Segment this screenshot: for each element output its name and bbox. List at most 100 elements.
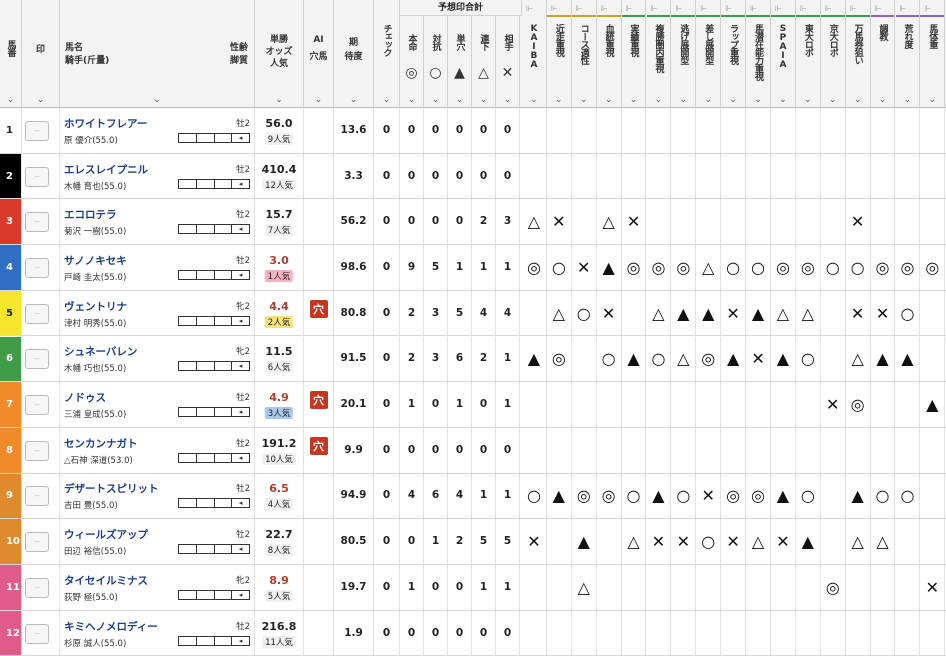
chevron-down-icon[interactable]: ⌄ [680, 95, 688, 105]
pin-icon[interactable]: ⊩ [825, 4, 832, 13]
header-sum-1[interactable]: ⌄ 対抗 ○ [424, 16, 448, 108]
header-predictor-9[interactable]: ⌄ ⊩ 馬潜在能力重視 [746, 0, 771, 108]
chevron-down-icon[interactable]: ⌄ [350, 95, 358, 105]
horse-name-link[interactable]: シュネーバレン [64, 344, 137, 359]
header-predictor-2[interactable]: ⌄ ⊩ コース適性 [571, 0, 597, 108]
mark-select[interactable]: -- [25, 212, 49, 233]
chevron-down-icon[interactable]: ⌄ [480, 95, 488, 105]
pin-icon[interactable]: ⊩ [526, 4, 533, 13]
mark-select[interactable]: -- [25, 120, 49, 141]
horse-name-link[interactable]: ウィールズアップ [64, 527, 148, 542]
mark-select[interactable]: -- [25, 349, 49, 370]
header-predictor-14[interactable]: ⌄ ⊩ 調教 [870, 0, 896, 108]
pin-icon[interactable]: ⊩ [576, 4, 583, 13]
chevron-down-icon[interactable]: ⌄ [504, 95, 512, 105]
mark-select[interactable]: -- [25, 395, 49, 416]
chevron-down-icon[interactable]: ⌄ [704, 95, 712, 105]
horse-name-link[interactable]: エコロテラ [64, 207, 117, 222]
header-predictor-6[interactable]: ⌄ ⊩ 逃げ展開型 [671, 0, 697, 108]
horse-name-link[interactable]: キミヘノメロディー [64, 619, 158, 634]
header-ai[interactable]: ⌄ AI 穴馬 [304, 0, 334, 108]
horse-name-link[interactable]: センカンナガト [64, 436, 138, 451]
pin-icon[interactable]: ⊩ [875, 4, 882, 13]
chevron-down-icon[interactable]: ⌄ [729, 95, 737, 105]
chevron-down-icon[interactable]: ⌄ [315, 95, 323, 105]
header-sum-3[interactable]: ⌄ 連下 △ [472, 16, 496, 108]
pin-icon[interactable]: ⊩ [725, 4, 732, 13]
pin-icon[interactable]: ⊩ [800, 4, 807, 13]
group-bar [546, 15, 571, 17]
chevron-down-icon[interactable]: ⌄ [829, 95, 837, 105]
horse-name-link[interactable]: ホワイトフレアー [64, 116, 147, 131]
pin-icon[interactable]: ⊩ [924, 4, 931, 13]
header-predictor-8[interactable]: ⌄ ⊩ ラップ重視 [721, 0, 747, 108]
mark-select[interactable]: -- [25, 532, 49, 553]
chevron-down-icon[interactable]: ⌄ [7, 95, 15, 105]
horse-name-link[interactable]: タイセイルミナス [64, 573, 148, 588]
chevron-down-icon[interactable]: ⌄ [153, 95, 161, 105]
horse-name-link[interactable]: ノドゥス [64, 390, 106, 405]
chevron-down-icon[interactable]: ⌄ [630, 95, 638, 105]
header-predictor-11[interactable]: ⌄ ⊩ 東大ロボ [795, 0, 821, 108]
header-predictor-4[interactable]: ⌄ ⊩ 実績重視 [621, 0, 647, 108]
chevron-down-icon[interactable]: ⌄ [555, 95, 563, 105]
chevron-down-icon[interactable]: ⌄ [456, 95, 464, 105]
header-sum-2[interactable]: ⌄ 単穴 ▲ [448, 16, 472, 108]
mark-select[interactable]: -- [25, 440, 49, 461]
header-predictor-0[interactable]: ⌄ ⊩ KAIBA [522, 0, 547, 108]
horse-name-link[interactable]: エレスレイプニル [64, 162, 148, 177]
horse-name-link[interactable]: サノノキセキ [64, 253, 127, 268]
horse-name-link[interactable]: ヴェントリナ [64, 299, 127, 314]
chevron-down-icon[interactable]: ⌄ [904, 95, 912, 105]
header-mark[interactable]: ⌄ 印 [22, 0, 60, 108]
chevron-down-icon[interactable]: ⌄ [530, 95, 538, 105]
header-sum-0[interactable]: ⌄ 本命 ◎ [400, 16, 424, 108]
chevron-down-icon[interactable]: ⌄ [383, 95, 391, 105]
pin-icon[interactable]: ⊩ [551, 4, 558, 13]
header-predictor-12[interactable]: ⌄ ⊩ 京大ロボ [820, 0, 846, 108]
header-predictor-7[interactable]: ⌄ ⊩ 差し展開型 [696, 0, 722, 108]
header-odds[interactable]: ⌄ 単勝 オッズ 人気 [255, 0, 304, 108]
pin-icon[interactable]: ⊩ [601, 4, 608, 13]
chevron-down-icon[interactable]: ⌄ [929, 95, 937, 105]
pin-icon[interactable]: ⊩ [900, 4, 907, 13]
chevron-down-icon[interactable]: ⌄ [854, 95, 862, 105]
header-predictor-15[interactable]: ⌄ ⊩ 荒れ度 [895, 0, 921, 108]
chevron-down-icon[interactable]: ⌄ [580, 95, 588, 105]
header-predictor-10[interactable]: ⌄ ⊩ SPAIA [771, 0, 796, 108]
chevron-down-icon[interactable]: ⌄ [605, 95, 613, 105]
mark-select[interactable]: -- [25, 623, 49, 644]
mark-select[interactable]: -- [25, 257, 49, 278]
pin-icon[interactable]: ⊩ [850, 4, 857, 13]
header-sum-4[interactable]: ⌄ 相手 ✕ [496, 16, 520, 108]
chevron-down-icon[interactable]: ⌄ [408, 95, 416, 105]
chevron-down-icon[interactable]: ⌄ [804, 95, 812, 105]
mark-select[interactable]: -- [25, 486, 49, 507]
mark-select[interactable]: -- [25, 166, 49, 187]
header-check[interactable]: ⌄ チェック [374, 0, 400, 108]
chevron-down-icon[interactable]: ⌄ [879, 95, 887, 105]
pin-icon[interactable]: ⊩ [700, 4, 707, 13]
header-horse[interactable]: ⌄ 馬名 騎手(斤量) 性齢 脚質 [60, 0, 255, 108]
pin-icon[interactable]: ⊩ [775, 4, 782, 13]
mark-select[interactable]: -- [25, 577, 49, 598]
header-expect[interactable]: ⌄ 期待度 [334, 0, 374, 108]
header-umaban[interactable]: ⌄ 馬番 [0, 0, 22, 108]
header-predictor-13[interactable]: ⌄ ⊩ 万馬券狙い [845, 0, 871, 108]
chevron-down-icon[interactable]: ⌄ [37, 95, 45, 105]
chevron-down-icon[interactable]: ⌄ [275, 95, 283, 105]
pin-icon[interactable]: ⊩ [750, 4, 757, 13]
mark-select[interactable]: -- [25, 303, 49, 324]
header-predictor-5[interactable]: ⌄ ⊩ 複勝圏内重視 [646, 0, 672, 108]
header-predictor-1[interactable]: ⌄ ⊩ 近走重視 [546, 0, 572, 108]
chevron-down-icon[interactable]: ⌄ [655, 95, 663, 105]
chevron-down-icon[interactable]: ⌄ [432, 95, 440, 105]
header-predictor-16[interactable]: ⌄ ⊩ 馬体重 [920, 0, 946, 108]
header-predictor-3[interactable]: ⌄ ⊩ 血統重視 [596, 0, 622, 108]
pin-icon[interactable]: ⊩ [626, 4, 633, 13]
horse-name-link[interactable]: デザートスピリット [64, 481, 159, 496]
pin-icon[interactable]: ⊩ [651, 4, 658, 13]
chevron-down-icon[interactable]: ⌄ [779, 95, 787, 105]
pin-icon[interactable]: ⊩ [675, 4, 682, 13]
chevron-down-icon[interactable]: ⌄ [754, 95, 762, 105]
